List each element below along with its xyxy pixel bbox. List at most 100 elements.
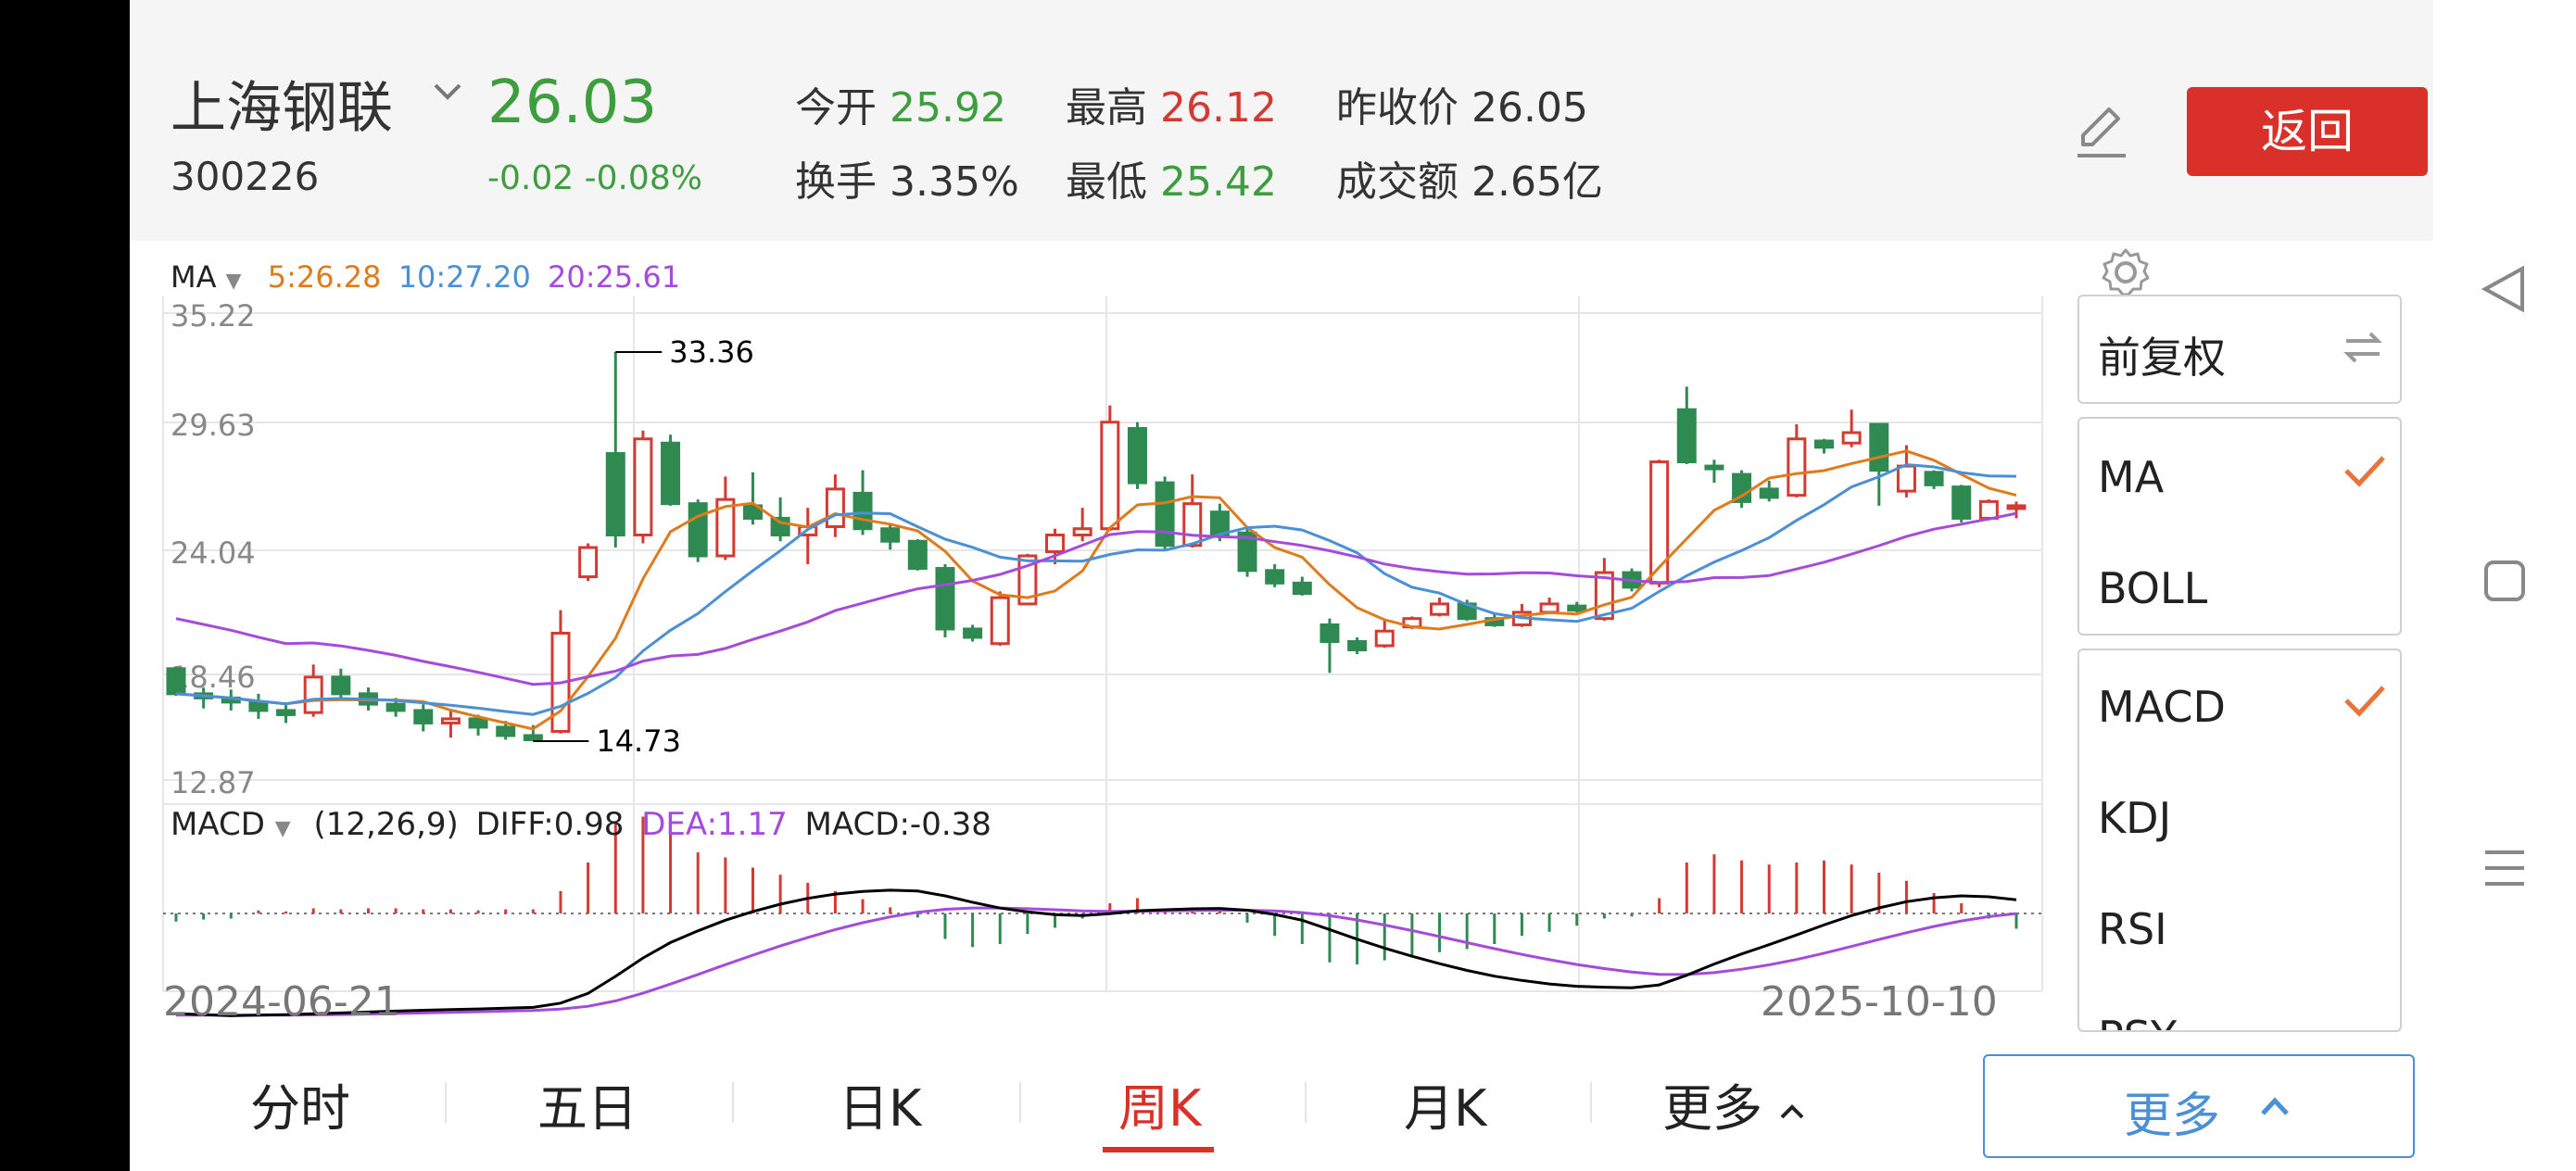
- triangle-down-icon[interactable]: ▼: [275, 817, 291, 840]
- amount-label: 成交额: [1336, 158, 1458, 206]
- candle-body: [1787, 437, 1807, 497]
- gear-icon[interactable]: [2100, 246, 2152, 298]
- candle-body: [605, 452, 625, 536]
- candle-body: [1127, 426, 1147, 485]
- stock-name[interactable]: 上海钢联: [170, 63, 393, 144]
- macd-legend: MACD ▼ (12,26,9) DIFF:0.98 DEA:1.17 MACD…: [170, 806, 991, 843]
- tab-fenshi[interactable]: 分时: [250, 1067, 350, 1140]
- candle-body: [1265, 569, 1285, 585]
- open-stat: 今开 25.92: [795, 74, 1006, 133]
- indicator-macd[interactable]: MACD: [2098, 682, 2226, 732]
- candle-body: [1072, 527, 1092, 536]
- chevron-down-icon[interactable]: [432, 80, 463, 102]
- amount-stat: 成交额 2.65亿: [1336, 148, 1603, 208]
- candle-body: [468, 717, 488, 729]
- turnover-value: 3.35%: [890, 158, 1019, 206]
- indicator-boll[interactable]: BOLL: [2098, 563, 2207, 613]
- price-tick-label: 29.63: [170, 408, 256, 443]
- candle-body: [1649, 460, 1670, 585]
- amount-value: 2.65亿: [1471, 158, 1603, 206]
- high-annotation: 33.36: [669, 334, 754, 370]
- candle-body: [303, 675, 323, 714]
- active-tab-indicator: [1103, 1147, 1214, 1152]
- candle-body: [852, 491, 873, 531]
- indicator-more-button[interactable]: 更多: [1983, 1054, 2415, 1158]
- candle-body: [907, 539, 928, 571]
- menu-lines-icon[interactable]: [2481, 845, 2528, 891]
- indicator-more-label: 更多: [2124, 1089, 2221, 1144]
- low-stat: 最低 25.42: [1066, 148, 1277, 208]
- prev-close-stat: 昨收价 26.05: [1336, 74, 1588, 133]
- macd-selector-label[interactable]: MACD: [170, 806, 265, 843]
- price-tick-label: 24.04: [170, 535, 256, 571]
- candle-body: [1869, 422, 1889, 472]
- candle-body: [1045, 533, 1066, 554]
- turnover-stat: 换手 3.35%: [795, 148, 1019, 208]
- indicator-psy[interactable]: PSY: [2098, 1012, 2177, 1030]
- candle-body: [825, 487, 845, 528]
- chevron-up-icon: [1780, 1104, 1804, 1119]
- candle-body: [1759, 487, 1779, 499]
- tab-month-k[interactable]: 月K: [1404, 1067, 1486, 1140]
- candle-body: [385, 702, 406, 712]
- stock-detail-screen: 上海钢联 300226 26.03 -0.02 -0.08% 今开 25.92 …: [130, 0, 2433, 1171]
- tab-day-k[interactable]: 日K: [839, 1067, 921, 1140]
- tab-divider: [445, 1082, 447, 1123]
- chevron-up-icon: [2261, 1097, 2289, 1115]
- back-button[interactable]: 返回: [2187, 87, 2428, 176]
- dea-value: DEA:1.17: [641, 806, 788, 843]
- candle-body: [1320, 623, 1340, 643]
- candle-body: [880, 527, 901, 543]
- candle-body: [1182, 502, 1203, 548]
- system-nav-bar: [2433, 0, 2576, 1171]
- turnover-label: 换手: [795, 158, 877, 206]
- candle-body: [1924, 471, 1944, 486]
- candle-body: [1567, 604, 1587, 612]
- kline-chart[interactable]: 35.2229.6324.0418.4612.8733.3614.73: [130, 278, 2057, 1019]
- tab-week-k[interactable]: 周K: [1118, 1067, 1201, 1140]
- candle-body: [1155, 481, 1175, 548]
- prev-close-label: 昨收价: [1336, 84, 1458, 132]
- candle-body: [1896, 464, 1916, 493]
- quote-header: 上海钢联 300226 26.03 -0.02 -0.08% 今开 25.92 …: [130, 0, 2433, 241]
- tab-divider: [732, 1082, 734, 1123]
- price-tick-label: 12.87: [170, 765, 256, 800]
- candle-body: [1841, 431, 1862, 445]
- sub-indicator-panel[interactable]: MACD KDJ RSI PSY: [2077, 648, 2402, 1032]
- candle-body: [1978, 499, 1999, 520]
- open-label: 今开: [795, 84, 877, 132]
- candle-body: [688, 502, 708, 558]
- swap-icon[interactable]: [2341, 324, 2385, 369]
- candle-body: [276, 709, 297, 716]
- candle-body: [1951, 485, 1972, 520]
- check-icon: [2344, 456, 2385, 487]
- pencil-icon[interactable]: [2074, 98, 2129, 161]
- tab-more[interactable]: 更多: [1662, 1067, 1806, 1140]
- candle-body: [935, 567, 955, 631]
- low-label: 最低: [1066, 158, 1147, 206]
- x-start-label: 2024-06-21: [163, 978, 400, 1026]
- tab-five-day[interactable]: 五日: [537, 1067, 638, 1140]
- low-annotation: 14.73: [596, 724, 681, 759]
- candle-body: [166, 667, 186, 696]
- adjust-selector[interactable]: 前复权: [2077, 295, 2402, 404]
- candle-body: [963, 627, 983, 639]
- home-square-icon[interactable]: [2483, 560, 2526, 602]
- candle-body: [1539, 602, 1559, 614]
- candle-body: [1430, 602, 1450, 616]
- x-end-label: 2025-10-10: [1761, 978, 1998, 1026]
- high-label: 最高: [1066, 84, 1147, 132]
- indicator-ma[interactable]: MA: [2098, 452, 2164, 502]
- current-price: 26.03: [487, 69, 658, 137]
- candle-body: [331, 675, 351, 696]
- macd-value: MACD:-0.38: [804, 806, 991, 843]
- candle-body: [578, 546, 599, 579]
- candle-body: [1374, 629, 1395, 648]
- candle-body: [1100, 421, 1120, 531]
- indicator-kdj[interactable]: KDJ: [2098, 793, 2171, 843]
- candle-body: [1292, 581, 1312, 596]
- indicator-rsi[interactable]: RSI: [2098, 904, 2167, 954]
- candle-body: [661, 441, 681, 506]
- back-triangle-icon[interactable]: [2481, 265, 2526, 313]
- candle-body: [1704, 464, 1724, 471]
